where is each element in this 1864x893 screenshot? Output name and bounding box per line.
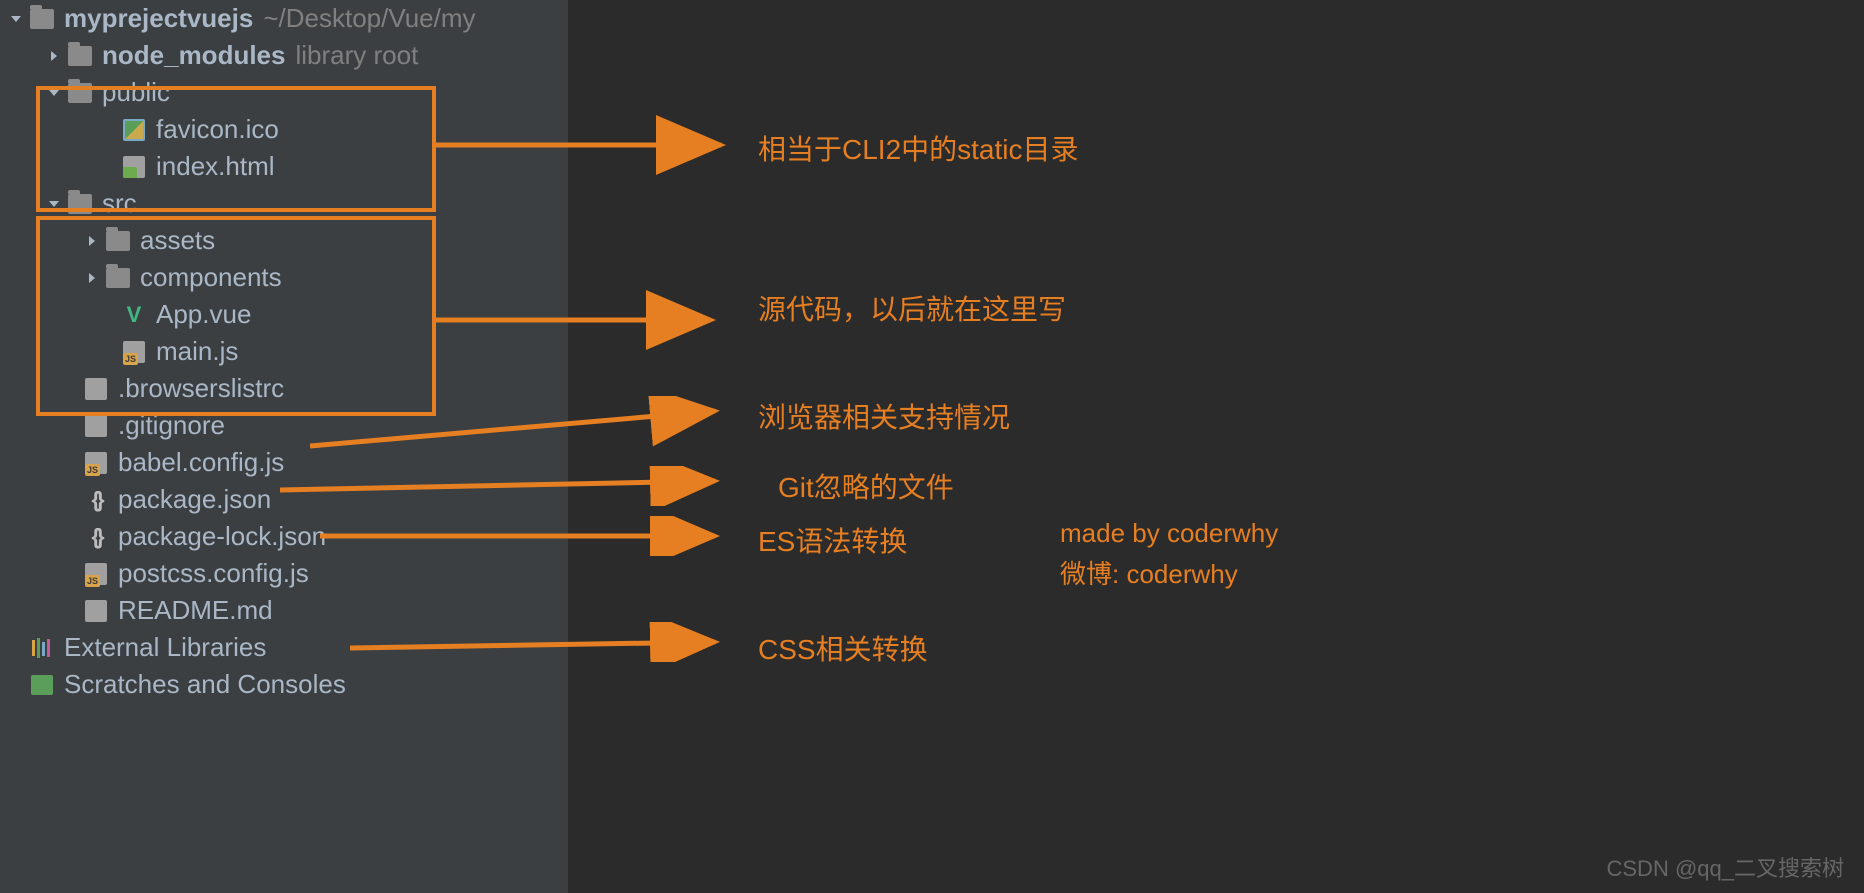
tree-row-main-js[interactable]: main.js [0, 333, 568, 370]
babel-label: babel.config.js [118, 447, 284, 478]
package-json-label: package.json [118, 484, 271, 515]
main-js-label: main.js [156, 336, 238, 367]
chevron-right-icon [46, 48, 62, 64]
annotation-public: 相当于CLI2中的static目录 [758, 128, 1079, 168]
node-modules-label: node_modules [102, 40, 285, 71]
app-vue-label: App.vue [156, 299, 251, 330]
tree-row-package-json[interactable]: {} package.json [0, 481, 568, 518]
project-name: myprejectvuejs [64, 3, 253, 34]
credit-line2: 微博: coderwhy [1060, 554, 1238, 591]
tree-row-browserslist[interactable]: .browserslistrc [0, 370, 568, 407]
folder-icon [106, 229, 130, 253]
js-file-icon [122, 340, 146, 364]
tree-row-assets[interactable]: assets [0, 222, 568, 259]
file-icon [84, 599, 108, 623]
annotation-gitignore: Git忽略的文件 [778, 466, 954, 506]
tree-row-babel[interactable]: babel.config.js [0, 444, 568, 481]
library-root-hint: library root [295, 40, 418, 71]
tree-row-scratches[interactable]: Scratches and Consoles [0, 666, 568, 703]
tree-row-public[interactable]: public [0, 74, 568, 111]
folder-icon [68, 44, 92, 68]
annotation-src: 源代码，以后就在这里写 [758, 288, 1066, 328]
postcss-label: postcss.config.js [118, 558, 309, 589]
folder-icon [106, 266, 130, 290]
tree-row-gitignore[interactable]: .gitignore [0, 407, 568, 444]
libraries-icon [30, 636, 54, 660]
vue-file-icon: V [122, 303, 146, 327]
gitignore-label: .gitignore [118, 410, 225, 441]
chevron-right-icon [84, 270, 100, 286]
image-file-icon [122, 118, 146, 142]
chevron-down-icon [8, 11, 24, 27]
public-label: public [102, 77, 170, 108]
tree-row-readme[interactable]: README.md [0, 592, 568, 629]
scratches-label: Scratches and Consoles [64, 669, 346, 700]
tree-row-package-lock[interactable]: {} package-lock.json [0, 518, 568, 555]
js-file-icon [84, 451, 108, 475]
readme-label: README.md [118, 595, 273, 626]
watermark: CSDN @qq_二叉搜索树 [1607, 851, 1845, 883]
annotation-postcss: CSS相关转换 [758, 628, 928, 668]
chevron-down-icon [46, 85, 62, 101]
assets-label: assets [140, 225, 215, 256]
project-path: ~/Desktop/Vue/my [263, 3, 475, 34]
tree-row-favicon[interactable]: favicon.ico [0, 111, 568, 148]
browserslist-label: .browserslistrc [118, 373, 284, 404]
json-file-icon: {} [84, 525, 108, 549]
annotation-babel: ES语法转换 [758, 520, 907, 560]
folder-icon [68, 81, 92, 105]
tree-row-index-html[interactable]: index.html [0, 148, 568, 185]
tree-row-app-vue[interactable]: V App.vue [0, 296, 568, 333]
html-file-icon [122, 155, 146, 179]
chevron-right-icon [84, 233, 100, 249]
components-label: components [140, 262, 282, 293]
folder-icon [30, 7, 54, 31]
annotation-browserslist: 浏览器相关支持情况 [758, 396, 1010, 436]
tree-row-project-root[interactable]: myprejectvuejs ~/Desktop/Vue/my [0, 0, 568, 37]
favicon-label: favicon.ico [156, 114, 279, 145]
folder-icon [68, 192, 92, 216]
json-file-icon: {} [84, 488, 108, 512]
file-icon [84, 414, 108, 438]
src-label: src [102, 188, 137, 219]
tree-row-components[interactable]: components [0, 259, 568, 296]
chevron-down-icon [46, 196, 62, 212]
tree-row-src[interactable]: src [0, 185, 568, 222]
tree-row-postcss[interactable]: postcss.config.js [0, 555, 568, 592]
credit-line1: made by coderwhy [1060, 518, 1278, 549]
package-lock-label: package-lock.json [118, 521, 326, 552]
js-file-icon [84, 562, 108, 586]
index-html-label: index.html [156, 151, 275, 182]
file-icon [84, 377, 108, 401]
scratches-icon [30, 673, 54, 697]
project-tree-panel: myprejectvuejs ~/Desktop/Vue/my node_mod… [0, 0, 568, 893]
external-libraries-label: External Libraries [64, 632, 266, 663]
tree-row-external-libraries[interactable]: External Libraries [0, 629, 568, 666]
tree-row-node-modules[interactable]: node_modules library root [0, 37, 568, 74]
